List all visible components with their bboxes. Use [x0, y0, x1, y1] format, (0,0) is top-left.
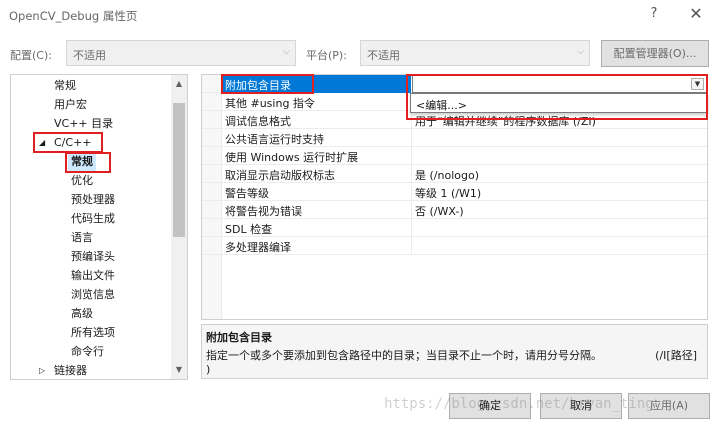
- property-value: 是 (/nologo): [415, 169, 479, 182]
- configuration-manager-button[interactable]: 配置管理器(O)...: [601, 40, 709, 67]
- tree-item-output-files[interactable]: 输出文件: [71, 267, 115, 285]
- description-text: 指定一个或多个要添加到包含路径中的目录；当目录不止一个时，请用分号分隔。: [206, 349, 602, 362]
- property-name: 调试信息格式: [225, 115, 291, 128]
- grid-row[interactable]: 使用 Windows 运行时扩展: [202, 147, 707, 165]
- grid-row[interactable]: 多处理器编译: [202, 237, 707, 255]
- property-name: 其他 #using 指令: [225, 97, 315, 110]
- property-name: 多处理器编译: [225, 241, 291, 254]
- chevron-down-icon: ⌵: [577, 47, 584, 57]
- close-button[interactable]: ✕: [685, 4, 707, 24]
- property-name: 将警告视为错误: [225, 205, 302, 218]
- description-panel: 附加包含目录 指定一个或多个要添加到包含路径中的目录；当目录不止一个时，请用分号…: [201, 324, 708, 379]
- property-value: 等级 1 (/W1): [415, 187, 482, 200]
- tree-scrollbar[interactable]: ▲ ▼: [171, 75, 187, 379]
- scrollbar-thumb[interactable]: [173, 103, 185, 237]
- scroll-up-icon[interactable]: ▲: [171, 77, 187, 91]
- tree-item-linker[interactable]: 链接器: [54, 362, 87, 379]
- cancel-button[interactable]: 取消: [540, 393, 622, 419]
- property-name: SDL 检查: [225, 223, 273, 236]
- grid-row[interactable]: 取消显示启动版权标志 是 (/nologo): [202, 165, 707, 183]
- platform-value: 不适用: [367, 49, 400, 62]
- configuration-label: 配置(C):: [10, 49, 52, 62]
- configuration-value: 不适用: [73, 49, 106, 62]
- property-name: 警告等级: [225, 187, 269, 200]
- grid-row[interactable]: 公共语言运行时支持: [202, 129, 707, 147]
- tree-item-user-macros[interactable]: 用户宏: [54, 96, 87, 114]
- property-name: 公共语言运行时支持: [225, 133, 324, 146]
- chevron-down-icon: ⌵: [283, 47, 290, 57]
- help-button[interactable]: ?: [644, 6, 664, 24]
- platform-label: 平台(P):: [306, 49, 347, 62]
- tree-item-all-options[interactable]: 所有选项: [71, 324, 115, 342]
- description-switch: (/I[路径]: [655, 349, 697, 362]
- tree-item-precompiled-headers[interactable]: 预编译头: [71, 248, 115, 266]
- configuration-combo[interactable]: 不适用 ⌵: [66, 40, 296, 66]
- tree-item-code-generation[interactable]: 代码生成: [71, 210, 115, 228]
- highlight-box: [221, 74, 314, 94]
- highlight-box: [406, 74, 708, 120]
- grid-row[interactable]: 将警告视为错误 否 (/WX-): [202, 201, 707, 219]
- tree-item-general[interactable]: 常规: [54, 77, 76, 95]
- description-text-end: ): [206, 363, 211, 376]
- collapsed-triangle-icon[interactable]: ▷: [39, 362, 45, 379]
- scroll-down-icon[interactable]: ▼: [171, 363, 187, 377]
- tree-item-language[interactable]: 语言: [71, 229, 93, 247]
- platform-combo[interactable]: 不适用 ⌵: [360, 40, 590, 66]
- property-name: 使用 Windows 运行时扩展: [225, 151, 359, 164]
- highlight-box: [65, 152, 111, 173]
- tree-item-optimization[interactable]: 优化: [71, 172, 93, 190]
- tree-item-command-line[interactable]: 命令行: [71, 343, 104, 361]
- property-tree: 常规 用户宏 VC++ 目录 ◢ C/C++ 常规 优化 预处理器 代码生成 语…: [10, 74, 188, 380]
- title-bar: OpenCV_Debug 属性页 ? ✕: [0, 0, 720, 30]
- tree-item-vc-directories[interactable]: VC++ 目录: [54, 115, 113, 133]
- tree-item-preprocessor[interactable]: 预处理器: [71, 191, 115, 209]
- tree-item-browse-information[interactable]: 浏览信息: [71, 286, 115, 304]
- tree-item-advanced[interactable]: 高级: [71, 305, 93, 323]
- grid-row[interactable]: 警告等级 等级 1 (/W1): [202, 183, 707, 201]
- apply-button[interactable]: 应用(A): [628, 393, 710, 419]
- property-value: 否 (/WX-): [415, 205, 464, 218]
- ok-button[interactable]: 确定: [449, 393, 531, 419]
- description-title: 附加包含目录: [206, 331, 272, 344]
- window-title: OpenCV_Debug 属性页: [9, 9, 138, 23]
- highlight-box: [33, 132, 103, 153]
- grid-row[interactable]: SDL 检查: [202, 219, 707, 237]
- property-name: 取消显示启动版权标志: [225, 169, 335, 182]
